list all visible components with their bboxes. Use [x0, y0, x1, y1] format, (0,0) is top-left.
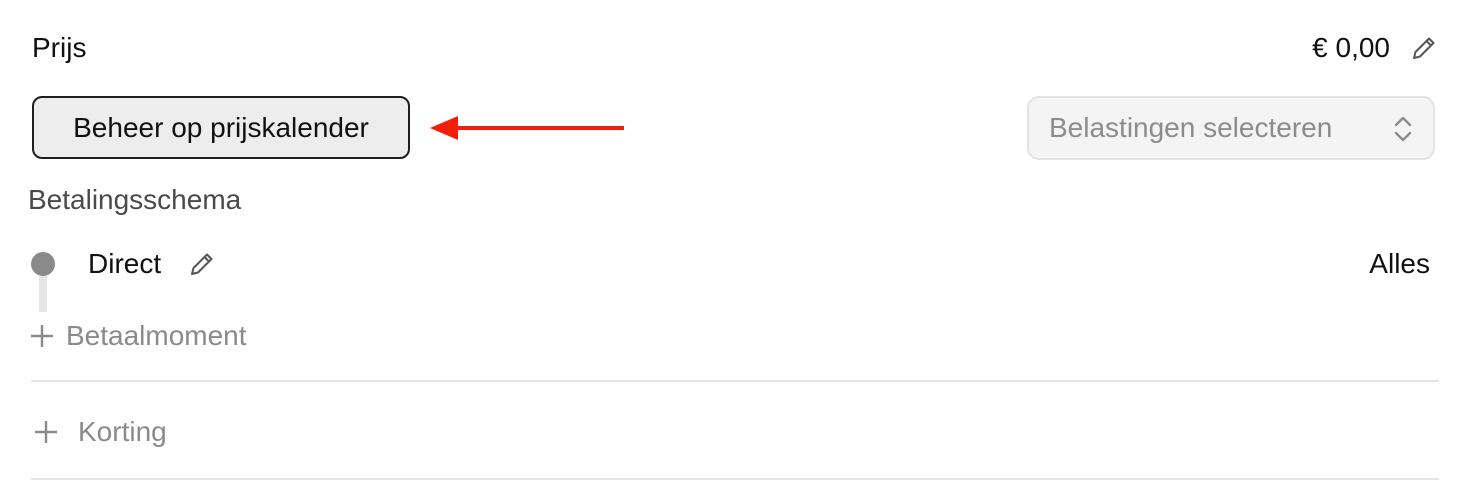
payment-moment-amount: Alles: [1369, 248, 1430, 279]
divider: [31, 478, 1439, 480]
timeline-line: [39, 276, 47, 312]
timeline-dot: [31, 252, 55, 276]
tax-select[interactable]: Belastingen selecteren: [1027, 96, 1435, 160]
payment-schedule-label: Betalingsschema: [28, 184, 242, 215]
manage-price-calendar-button[interactable]: Beheer op prijskalender: [32, 96, 410, 159]
price-edit-pencil-icon[interactable]: [1408, 32, 1440, 64]
price-label: Prijs: [32, 32, 87, 63]
plus-icon: [28, 322, 56, 350]
annotation-arrow-icon: [428, 114, 628, 142]
add-discount-label: Korting: [78, 416, 167, 447]
payment-moment-edit-pencil-icon[interactable]: [186, 248, 218, 280]
divider: [31, 380, 1439, 382]
plus-icon: [32, 418, 60, 446]
payment-moment-name: Direct: [88, 248, 162, 279]
chevron-updown-icon: [1391, 114, 1415, 144]
add-payment-moment-button[interactable]: Betaalmoment: [28, 316, 247, 356]
price-value: € 0,00: [1312, 32, 1390, 63]
tax-select-placeholder: Belastingen selecteren: [1049, 112, 1333, 143]
add-discount-button[interactable]: Korting: [32, 412, 167, 452]
add-payment-moment-label: Betaalmoment: [66, 320, 247, 351]
